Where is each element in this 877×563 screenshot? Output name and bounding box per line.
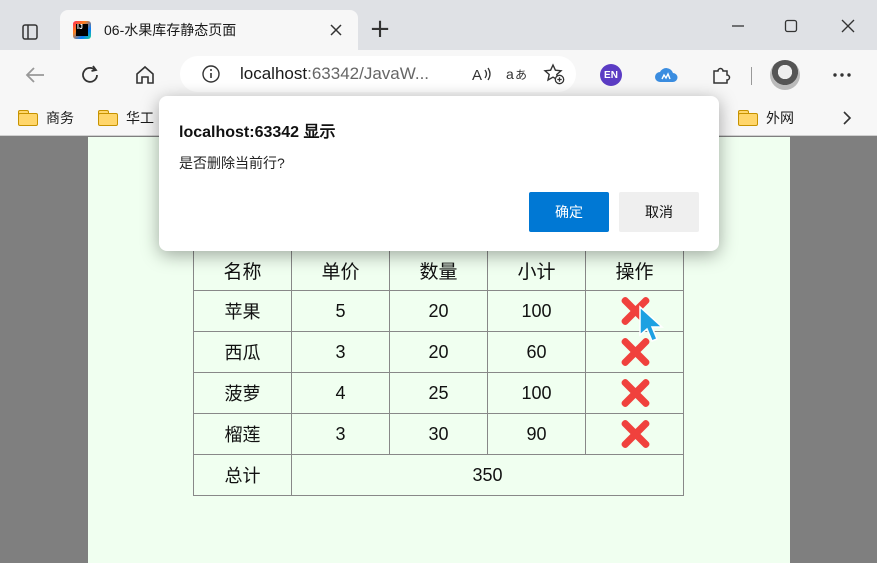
confirm-dialog: localhost:63342 显示 是否删除当前行? 确定 取消 [159,96,719,251]
en-extension-icon[interactable]: EN [600,64,622,86]
bookmark-folder[interactable]: 商务 [18,107,74,129]
cloud-extension-icon[interactable] [650,59,682,91]
cell-price: 3 [291,331,390,373]
folder-icon [738,110,758,126]
active-tab[interactable]: IJ 06-水果库存静态页面 [60,10,358,50]
cell-qty: 25 [389,372,488,414]
site-info-icon[interactable] [200,63,222,85]
cell-qty: 20 [389,290,488,332]
address-url[interactable]: localhost:63342/JavaW... [240,64,468,84]
table-row: 榴莲 3 30 90 [193,413,684,455]
cancel-button[interactable]: 取消 [619,192,699,232]
bookmark-folder[interactable]: 华工 [98,107,154,129]
bookmark-folder[interactable]: 外网 [738,107,794,129]
home-icon[interactable] [129,59,161,91]
toolbar-divider [751,67,752,85]
dialog-message: 是否删除当前行? [179,155,285,171]
refresh-icon[interactable] [74,59,106,91]
url-host: localhost [240,64,308,83]
back-arrow-icon[interactable] [19,59,51,91]
fruit-inventory-table: 名称 单价 数量 小计 操作 苹果 5 20 100 西瓜 3 20 60 菠萝… [193,249,684,496]
bookmark-label: 外网 [766,110,794,126]
address-bar[interactable]: localhost:63342/JavaW... A aあ [180,56,576,92]
cell-qty: 30 [389,413,488,455]
more-menu-icon[interactable] [826,59,858,91]
cell-name: 苹果 [193,290,292,332]
cell-action [585,290,684,332]
bookmark-label: 华工 [126,110,154,126]
add-favorite-icon[interactable] [540,60,568,88]
header-name: 名称 [193,249,292,291]
translate-icon[interactable]: aあ [504,60,532,88]
cell-name: 菠萝 [193,372,292,414]
folder-icon [98,110,118,126]
tab-strip: IJ 06-水果库存静态页面 + [0,0,877,50]
tab-actions-icon[interactable] [14,16,46,48]
cell-price: 5 [291,290,390,332]
chevron-right-icon[interactable] [836,107,858,129]
new-tab-button[interactable]: + [366,16,394,44]
svg-text:あ: あ [515,68,527,82]
cell-name: 西瓜 [193,331,292,373]
mouse-cursor-icon [639,305,664,342]
intellij-favicon-icon: IJ [73,21,91,39]
cell-name: 榴莲 [193,413,292,455]
cell-subtotal: 100 [487,372,586,414]
cell-subtotal: 60 [487,331,586,373]
cell-price: 4 [291,372,390,414]
cell-subtotal: 100 [487,290,586,332]
table-row: 苹果 5 20 100 [193,290,684,332]
folder-icon [18,110,38,126]
header-qty: 数量 [389,249,488,291]
browser-toolbar: localhost:63342/JavaW... A aあ EN [0,50,877,100]
delete-x-icon[interactable] [620,419,650,449]
profile-avatar[interactable] [770,60,800,90]
cell-price: 3 [291,413,390,455]
svg-text:A: A [472,67,482,83]
url-rest: :63342/JavaW... [307,64,430,83]
bookmark-label: 商务 [46,110,74,126]
dialog-title: localhost:63342 显示 [179,124,336,141]
cell-action [585,331,684,373]
cell-qty: 20 [389,331,488,373]
tab-title: 06-水果库存静态页面 [104,22,237,38]
favicon-text: IJ [77,24,83,31]
table-row: 菠萝 4 25 100 [193,372,684,414]
window-close-icon[interactable] [834,12,862,40]
header-subtotal: 小计 [487,249,586,291]
header-price: 单价 [291,249,390,291]
table-total-row: 总计 350 [193,454,684,496]
read-aloud-icon[interactable]: A [468,60,496,88]
cell-action [585,413,684,455]
svg-text:a: a [506,66,514,82]
tab-close-icon[interactable] [322,16,350,44]
table-header-row: 名称 单价 数量 小计 操作 [193,249,684,291]
total-label: 总计 [193,454,292,496]
table-row: 西瓜 3 20 60 [193,331,684,373]
delete-x-icon[interactable] [620,378,650,408]
cell-subtotal: 90 [487,413,586,455]
extensions-puzzle-icon[interactable] [705,59,737,91]
minimize-icon[interactable] [724,12,752,40]
cell-action [585,372,684,414]
maximize-icon[interactable] [777,12,805,40]
total-value: 350 [291,454,684,496]
ok-button[interactable]: 确定 [529,192,609,232]
header-action: 操作 [585,249,684,291]
